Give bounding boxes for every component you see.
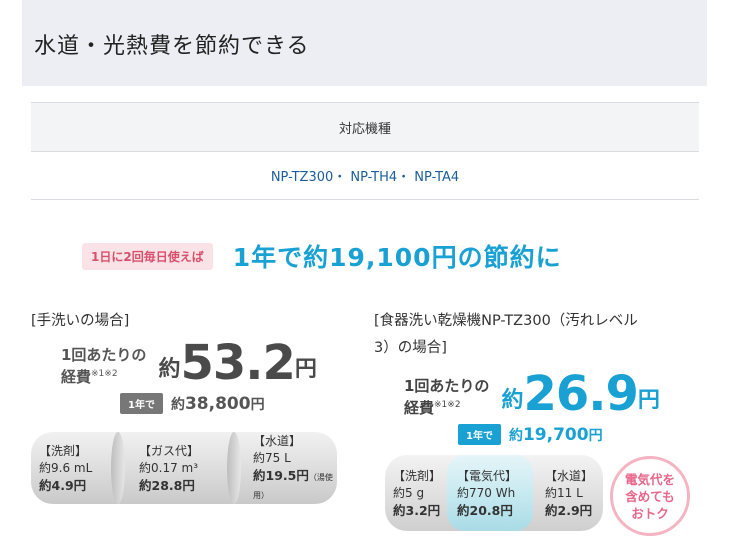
cylinder-divider (111, 432, 125, 504)
section-header: 水道・光熱費を節約できる (22, 0, 707, 86)
handwash-per-run: 1回あたりの 経費※1※2 約 53.2 円 (61, 339, 317, 387)
model-list: NP-TZ300・ NP-TH4・ NP-TA4 (31, 152, 699, 200)
dishwasher-yearly: 1年で 約19,700円 (458, 424, 660, 445)
handwash-cost-cylinder: 【洗剤】 約9.6 mL 約4.9円 【ガス代】 約0.17 m³ 約28.8円… (31, 432, 337, 504)
per-run-amount: 26.9 (523, 366, 638, 422)
section-title: 水道・光熱費を節約できる (34, 34, 310, 59)
usage-tag: 1日に2回毎日使えば (82, 242, 213, 270)
handwash-column: [手洗いの場合] 1回あたりの 経費※1※2 約 53.2 円 1年で 約38,… (31, 308, 317, 414)
detergent-cost: 【洗剤】 約5 g 約3.2円 (393, 468, 442, 518)
water-cost: 【水道】 約75 L 約19.5円（湯使用） (253, 433, 333, 500)
year-badge: 1年で (120, 393, 163, 414)
gas-cost: 【ガス代】 約0.17 m³ 約28.8円 (139, 443, 200, 493)
savings-summary: 1日に2回毎日使えば 1年で約19,100円の節約に (82, 234, 562, 278)
model-table: 対応機種 NP-TZ300・ NP-TH4・ NP-TA4 (31, 102, 699, 200)
dishwasher-column: [食器洗い乾燥機NP-TZ300（汚れレベル 3）の場合] 1回あたりの 経費※… (374, 308, 660, 445)
approx-label: 約 (158, 357, 181, 382)
per-run-label: 1回あたりの 経費※1※2 (404, 377, 490, 417)
yen-unit: 円 (294, 357, 317, 382)
yen-unit: 円 (637, 388, 660, 413)
savings-badge: 電気代を 含めても おトク (610, 456, 690, 536)
per-run-amount: 53.2 (180, 335, 295, 391)
per-run-label: 1回あたりの 経費※1※2 (61, 346, 147, 386)
handwash-yearly: 1年で 約38,800円 (120, 393, 317, 414)
handwash-title: [手洗いの場合] (31, 313, 130, 329)
yearly-cost: 約38,800円 (170, 393, 265, 414)
approx-label: 約 (501, 388, 524, 413)
water-cost: 【水道】 約11 L 約2.9円 (545, 468, 594, 518)
dishwasher-cost-cylinder: 【洗剤】 約5 g 約3.2円 【電気代】 約770 Wh 約20.8円 【水道… (385, 455, 603, 531)
model-table-header: 対応機種 (31, 102, 699, 152)
detergent-cost: 【洗剤】 約9.6 mL 約4.9円 (39, 443, 93, 493)
year-badge: 1年で (458, 424, 501, 445)
yearly-cost: 約19,700円 (508, 424, 603, 445)
savings-headline: 1年で約19,100円の節約に (232, 243, 562, 272)
cylinder-divider (227, 432, 241, 504)
dishwasher-title: [食器洗い乾燥機NP-TZ300（汚れレベル 3）の場合] (374, 313, 638, 356)
dishwasher-per-run: 1回あたりの 経費※1※2 約 26.9 円 (404, 370, 660, 418)
electricity-cost: 【電気代】 約770 Wh 約20.8円 (457, 468, 518, 518)
